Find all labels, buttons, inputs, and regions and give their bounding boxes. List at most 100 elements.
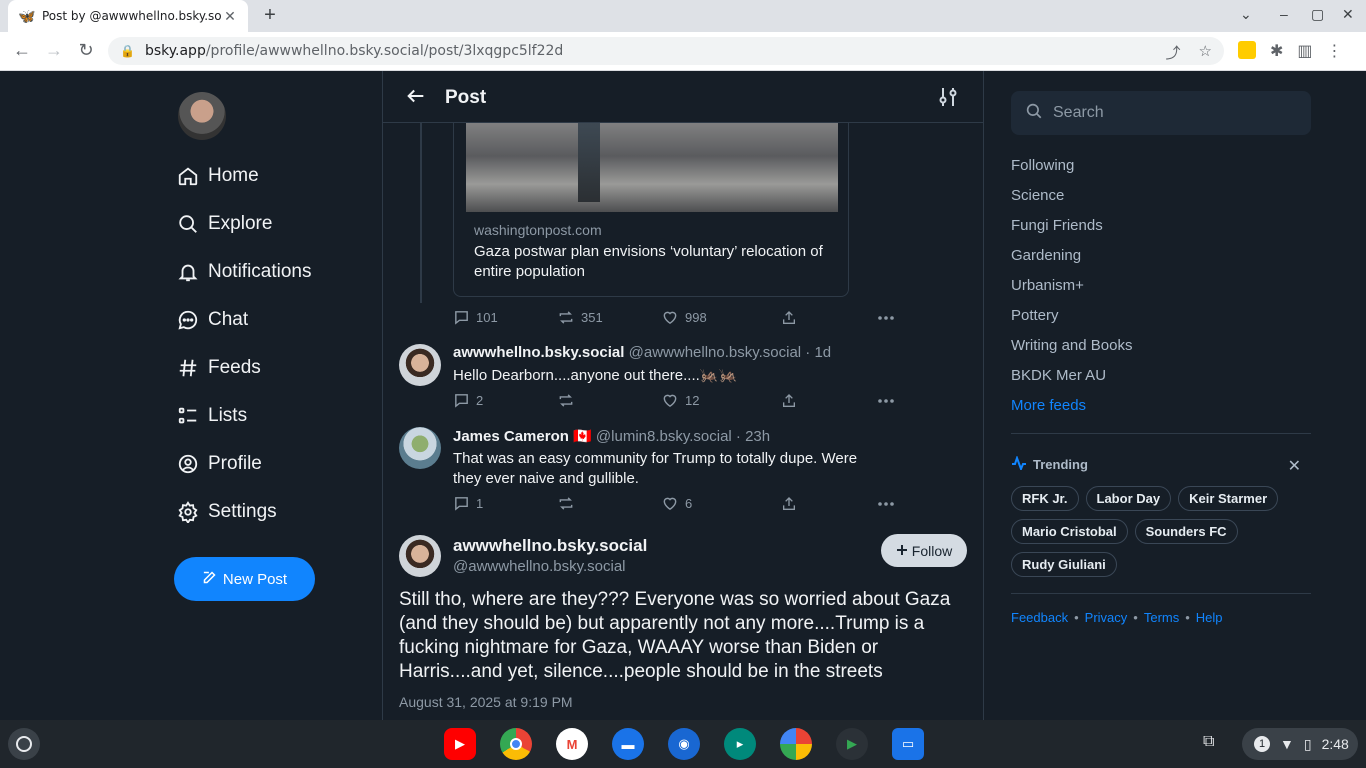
system-tray[interactable]: 1 ▼ ▯ 2:48 <box>1242 728 1358 760</box>
like-button[interactable]: 6 <box>661 495 781 512</box>
post-actions: 101 351 998 <box>453 309 895 326</box>
feed-item[interactable]: Writing and Books <box>1011 330 1311 360</box>
tab-search-icon[interactable]: ⌄ <box>1240 6 1252 23</box>
reply-button[interactable]: 2 <box>453 392 557 409</box>
like-button[interactable]: 998 <box>661 309 781 326</box>
separator-dot: • <box>1074 610 1079 625</box>
lock-icon[interactable]: 🔒 <box>120 44 135 58</box>
trending-chip[interactable]: Rudy Giuliani <box>1011 552 1117 577</box>
launcher-button[interactable] <box>8 728 40 760</box>
back-icon[interactable]: ← <box>11 40 33 61</box>
share-button[interactable] <box>781 496 877 512</box>
puzzle-extensions-icon[interactable]: ✱ <box>1270 41 1283 61</box>
maximize-button[interactable]: ▢ <box>1311 6 1324 23</box>
photos-icon[interactable] <box>780 728 812 760</box>
play-store-icon[interactable]: ▶ <box>836 728 868 760</box>
menu-kebab-icon[interactable]: ⋮ <box>1327 41 1343 61</box>
post-text: Hello Dearborn....anyone out there....🦗🦗 <box>453 367 738 384</box>
user-avatar[interactable] <box>178 92 226 140</box>
author-name[interactable]: James Cameron 🇨🇦 <box>453 428 592 445</box>
terms-link[interactable]: Terms <box>1144 610 1179 625</box>
author-handle[interactable]: @lumin8.bsky.social · 23h <box>596 428 770 445</box>
minimize-button[interactable]: – <box>1280 6 1288 22</box>
nav-feeds[interactable]: Feeds <box>174 344 374 392</box>
avatar[interactable] <box>399 535 441 577</box>
address-bar[interactable]: 🔒 bsky.app/profile/awwwhellno.bsky.socia… <box>108 37 1224 65</box>
reply-button[interactable]: 101 <box>453 309 557 326</box>
repost-button[interactable] <box>557 392 661 409</box>
forward-icon[interactable]: → <box>43 40 65 61</box>
trending-chip[interactable]: RFK Jr. <box>1011 486 1079 511</box>
trending-chip[interactable]: Mario Cristobal <box>1011 519 1128 544</box>
nav-notifications[interactable]: Notifications <box>174 248 374 296</box>
avatar[interactable] <box>399 427 441 469</box>
share-button[interactable] <box>781 310 877 326</box>
nav-lists[interactable]: Lists <box>174 392 374 440</box>
repost-icon <box>559 497 573 510</box>
close-icon[interactable]: ✕ <box>1288 456 1301 476</box>
author-name[interactable]: awwwhellno.bsky.social <box>453 344 624 361</box>
author-name[interactable]: awwwhellno.bsky.social <box>453 536 647 556</box>
nav-home[interactable]: Home <box>174 152 374 200</box>
plus-icon <box>896 543 908 559</box>
divider <box>1011 433 1311 434</box>
avatar[interactable] <box>399 344 441 386</box>
share-button[interactable] <box>781 393 877 409</box>
browser-tab[interactable]: 🦋 Post by @awwwhellno.bsky.social ✕ <box>8 0 248 32</box>
more-options-button[interactable] <box>877 501 895 507</box>
bookmark-star-icon[interactable]: ☆ <box>1199 42 1212 63</box>
feed-item[interactable]: Urbanism+ <box>1011 270 1311 300</box>
youtube-icon[interactable]: ▶ <box>444 728 476 760</box>
privacy-link[interactable]: Privacy <box>1085 610 1128 625</box>
feedback-link[interactable]: Feedback <box>1011 610 1068 625</box>
follow-button[interactable]: Follow <box>881 534 967 567</box>
files-icon[interactable]: ▭ <box>892 728 924 760</box>
nav-profile[interactable]: Profile <box>174 440 374 488</box>
home-icon <box>176 164 200 188</box>
list-icon <box>176 404 200 428</box>
like-button[interactable]: 12 <box>661 392 781 409</box>
gmail-icon[interactable]: M <box>556 728 588 760</box>
more-feeds-link[interactable]: More feeds <box>1011 390 1311 420</box>
feed-item[interactable]: BKDK Mer AU <box>1011 360 1311 390</box>
url-host: bsky.app <box>144 43 206 59</box>
extension-icon[interactable] <box>1238 41 1256 59</box>
thread-settings-icon[interactable] <box>939 87 957 112</box>
trending-chip[interactable]: Labor Day <box>1085 486 1172 511</box>
author-handle[interactable]: @awwwhellno.bsky.social · 1d <box>629 344 832 361</box>
feed-item[interactable]: Following <box>1011 150 1311 180</box>
back-arrow-icon[interactable] <box>405 85 427 113</box>
reply-button[interactable]: 1 <box>453 495 557 512</box>
feed-item[interactable]: Fungi Friends <box>1011 210 1311 240</box>
side-panel-icon[interactable]: ▥ <box>1297 41 1312 61</box>
chrome-icon[interactable] <box>500 728 532 760</box>
new-post-button[interactable]: New Post <box>174 557 315 601</box>
clipboard-icon[interactable]: ⧉ <box>1203 733 1214 751</box>
feed-item[interactable]: Pottery <box>1011 300 1311 330</box>
tab-close-icon[interactable]: ✕ <box>222 8 238 25</box>
trending-chip[interactable]: Keir Starmer <box>1178 486 1279 511</box>
more-options-button[interactable] <box>877 398 895 404</box>
messages-icon[interactable]: ▬ <box>612 728 644 760</box>
help-link[interactable]: Help <box>1196 610 1223 625</box>
author-handle[interactable]: @awwwhellno.bsky.social <box>453 558 626 575</box>
search-input[interactable]: Search <box>1011 91 1311 135</box>
more-options-button[interactable] <box>877 315 895 321</box>
reload-icon[interactable]: ↻ <box>75 40 97 61</box>
compose-icon <box>202 570 217 589</box>
feed-item[interactable]: Science <box>1011 180 1311 210</box>
nav-chat[interactable]: Chat <box>174 296 374 344</box>
share-icon[interactable]: ⤴ <box>1166 42 1181 63</box>
new-tab-button[interactable]: + <box>258 4 282 27</box>
close-window-button[interactable]: ✕ <box>1342 6 1354 23</box>
nav-explore[interactable]: Explore <box>174 200 374 248</box>
meet-icon[interactable]: ▸ <box>724 728 756 760</box>
feed-item[interactable]: Gardening <box>1011 240 1311 270</box>
repost-button[interactable]: 351 <box>557 309 661 326</box>
nav-settings[interactable]: Settings <box>174 488 374 536</box>
camera-icon[interactable]: ◉ <box>668 728 700 760</box>
search-placeholder: Search <box>1053 104 1104 121</box>
trending-chip[interactable]: Sounders FC <box>1134 519 1238 544</box>
repost-button[interactable] <box>557 495 661 512</box>
reply-icon <box>455 497 468 511</box>
